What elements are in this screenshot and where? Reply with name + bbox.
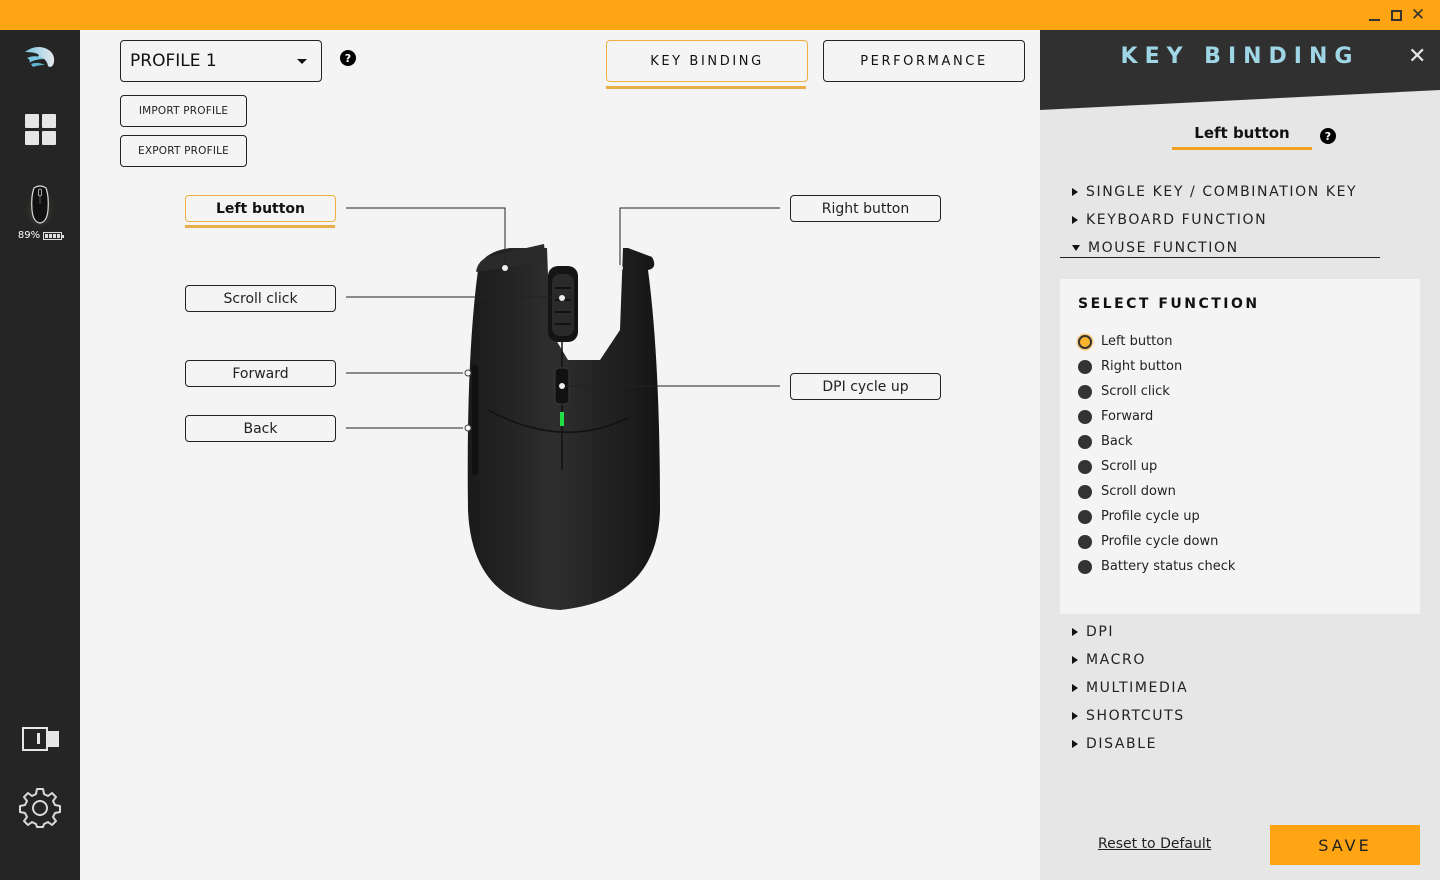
- dashboard-grid-icon: [24, 114, 56, 145]
- radio-selected-icon: [1078, 334, 1092, 349]
- category-shortcuts[interactable]: SHORTCUTS: [1072, 708, 1185, 724]
- function-option-back[interactable]: Back: [1078, 434, 1133, 449]
- minimize-icon: [1368, 19, 1380, 21]
- triangle-right-icon: [1072, 216, 1078, 224]
- import-profile-button[interactable]: IMPORT PROFILE: [120, 95, 247, 127]
- function-option-forward[interactable]: Forward: [1078, 409, 1153, 424]
- mouse-button-forward[interactable]: Forward: [185, 360, 336, 387]
- triangle-right-icon: [1072, 188, 1078, 196]
- battery-percent: 89%: [17, 230, 41, 241]
- radio-icon: [1078, 384, 1092, 399]
- battery-status: 89%: [17, 230, 65, 241]
- mouse-button-left[interactable]: Left button: [185, 195, 336, 222]
- radio-icon: [1078, 559, 1092, 574]
- radio-icon: [1078, 534, 1092, 549]
- leader-right-button: [619, 207, 780, 268]
- title-bar: ✕: [0, 0, 1440, 30]
- category-keyboard-function[interactable]: KEYBOARD FUNCTION: [1072, 212, 1267, 228]
- function-option-scroll-down[interactable]: Scroll down: [1078, 484, 1176, 499]
- dashboard-button[interactable]: [0, 114, 80, 145]
- mouse-image: [467, 244, 660, 610]
- tab-key-binding[interactable]: KEY BINDING: [606, 40, 808, 82]
- triangle-right-icon: [1072, 740, 1078, 748]
- onboard-memory-button[interactable]: [0, 726, 80, 752]
- profile-selected: PROFILE 1: [130, 51, 217, 71]
- active-tab-indicator: [606, 86, 806, 89]
- close-panel-icon[interactable]: ✕: [1408, 44, 1426, 69]
- maximize-button[interactable]: [1386, 5, 1406, 25]
- triangle-right-icon: [1072, 628, 1078, 636]
- function-option-left-button[interactable]: Left button: [1078, 334, 1172, 349]
- category-disable[interactable]: DISABLE: [1072, 736, 1157, 752]
- brand-logo-icon: [25, 47, 55, 67]
- tab-performance[interactable]: PERFORMANCE: [823, 40, 1025, 82]
- radio-icon: [1078, 359, 1092, 374]
- hotspot-dots: [464, 265, 623, 432]
- hotspot-back: [464, 424, 472, 432]
- main-area: PROFILE 1 ? IMPORT PROFILE EXPORT PROFIL…: [80, 30, 1040, 880]
- radio-icon: [1078, 459, 1092, 474]
- panel-title: KEY BINDING: [1120, 44, 1360, 69]
- hotspot-scroll-click: [559, 295, 565, 301]
- help-icon[interactable]: ?: [340, 50, 356, 66]
- category-multimedia[interactable]: MULTIMEDIA: [1072, 680, 1188, 696]
- maximize-icon: [1390, 9, 1402, 21]
- triangle-down-icon: [1072, 245, 1080, 251]
- settings-button[interactable]: [0, 786, 80, 828]
- mouse-button-scroll-click[interactable]: Scroll click: [185, 285, 336, 312]
- category-single-key[interactable]: SINGLE KEY / COMBINATION KEY: [1072, 184, 1357, 200]
- save-button[interactable]: SAVE: [1270, 825, 1420, 865]
- hotspot-dpi: [559, 383, 565, 389]
- category-macro[interactable]: MACRO: [1072, 652, 1146, 668]
- radio-icon: [1078, 509, 1092, 524]
- battery-icon: [43, 231, 65, 240]
- gear-icon: [19, 788, 61, 828]
- chevron-down-icon: [297, 59, 307, 64]
- function-option-scroll-up[interactable]: Scroll up: [1078, 459, 1157, 474]
- select-function-box: SELECT FUNCTION Left button Right button…: [1060, 279, 1420, 614]
- leader-lines: [346, 207, 780, 429]
- function-option-profile-cycle-up[interactable]: Profile cycle up: [1078, 509, 1200, 524]
- function-option-scroll-click[interactable]: Scroll click: [1078, 384, 1170, 399]
- mouse-button-dpi[interactable]: DPI cycle up: [790, 373, 941, 400]
- function-option-battery-status-check[interactable]: Battery status check: [1078, 559, 1235, 574]
- radio-icon: [1078, 409, 1092, 424]
- onboard-memory-icon: [22, 727, 59, 751]
- brand-logo[interactable]: [0, 42, 80, 70]
- category-mouse-function[interactable]: MOUSE FUNCTION: [1072, 240, 1239, 256]
- minimize-button[interactable]: [1364, 5, 1384, 25]
- function-option-right-button[interactable]: Right button: [1078, 359, 1182, 374]
- reset-to-default-link[interactable]: Reset to Default: [1098, 836, 1211, 852]
- divider: [1060, 257, 1380, 258]
- mouse-button-back[interactable]: Back: [185, 415, 336, 442]
- select-function-title: SELECT FUNCTION: [1078, 296, 1260, 312]
- mouse-device-icon: [25, 185, 55, 226]
- close-window-button[interactable]: ✕: [1408, 5, 1428, 25]
- hotspot-forward: [464, 369, 472, 377]
- leader-left-button: [346, 207, 506, 268]
- triangle-right-icon: [1072, 684, 1078, 692]
- hotspot-right-button: [617, 265, 623, 271]
- key-binding-panel: KEY BINDING ✕ Left button ? SINGLE KEY /…: [1040, 30, 1440, 880]
- mouse-button-right[interactable]: Right button: [790, 195, 941, 222]
- radio-icon: [1078, 434, 1092, 449]
- device-mouse-button[interactable]: 89%: [0, 182, 80, 241]
- current-key-label: Left button: [1172, 124, 1312, 150]
- profile-dropdown[interactable]: PROFILE 1: [120, 40, 322, 82]
- triangle-right-icon: [1072, 712, 1078, 720]
- category-dpi[interactable]: DPI: [1072, 624, 1114, 640]
- active-button-indicator: [185, 225, 335, 228]
- function-option-profile-cycle-down[interactable]: Profile cycle down: [1078, 534, 1218, 549]
- hotspot-left-button: [502, 265, 508, 271]
- triangle-right-icon: [1072, 656, 1078, 664]
- panel-header-bg: [1040, 30, 1440, 110]
- help-icon[interactable]: ?: [1320, 128, 1336, 144]
- export-profile-button[interactable]: EXPORT PROFILE: [120, 135, 247, 167]
- radio-icon: [1078, 484, 1092, 499]
- sidebar: 89%: [0, 30, 80, 880]
